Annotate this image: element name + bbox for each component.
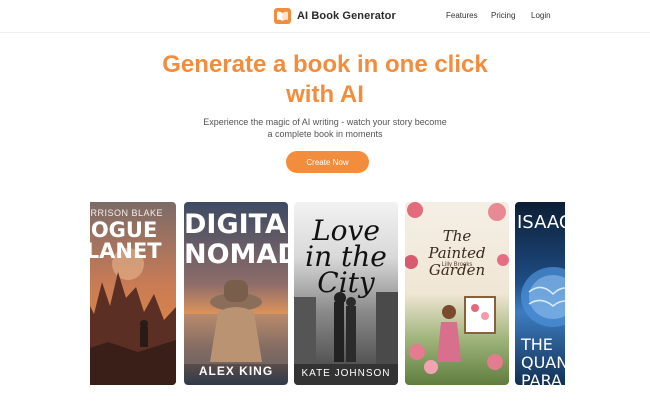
hero-title-text: Generate a book in one click with AI bbox=[162, 51, 488, 108]
book-cover-digital-nomad[interactable]: DIGITAL NOMAD ALEX KING bbox=[184, 202, 288, 385]
hero-subtitle: Experience the magic of AI writing - wat… bbox=[0, 116, 650, 140]
nav-pricing[interactable]: Pricing bbox=[491, 11, 515, 20]
book-cover-love-in-the-city[interactable]: Love in the City KATE JOHNSON bbox=[294, 202, 398, 385]
book-covers-carousel: HARRISON BLAKE ROGUE PLANET DIGITAL NOMA… bbox=[90, 202, 565, 385]
book-author: HARRISON BLAKE bbox=[90, 208, 164, 218]
book-title: ROGUE PLANET bbox=[90, 218, 162, 263]
book-title: The Painted Garden bbox=[428, 227, 486, 279]
top-navbar: AI Book Generator Features Pricing Login bbox=[0, 0, 650, 33]
book-author: ALEX KING bbox=[198, 364, 274, 378]
book-title-lower: THE QUAN PARA bbox=[521, 335, 565, 386]
book-author: Lilly Brooks bbox=[441, 262, 473, 268]
nav-features[interactable]: Features bbox=[446, 11, 478, 20]
book-cover-the-painted-garden[interactable]: The Painted Garden Lilly Brooks bbox=[405, 202, 509, 385]
create-now-button[interactable]: Create Now bbox=[286, 151, 369, 173]
hero-subtitle-text: Experience the magic of AI writing - wat… bbox=[203, 117, 447, 139]
open-book-icon bbox=[274, 8, 291, 24]
hero-title: Generate a book in one click with AI bbox=[0, 50, 650, 110]
book-title: Love in the City bbox=[305, 214, 387, 299]
book-title: ISAAC bbox=[517, 212, 565, 233]
book-cover-quantum-paradox[interactable]: ISAAC THE QUAN PARA bbox=[515, 202, 565, 385]
nav-login[interactable]: Login bbox=[531, 11, 551, 20]
book-title: DIGITAL NOMAD bbox=[184, 209, 288, 270]
book-author: KATE JOHNSON bbox=[301, 368, 391, 379]
brand-name: AI Book Generator bbox=[297, 10, 396, 22]
brand[interactable]: AI Book Generator bbox=[274, 8, 396, 24]
book-cover-rogue-planet[interactable]: HARRISON BLAKE ROGUE PLANET bbox=[90, 202, 176, 385]
